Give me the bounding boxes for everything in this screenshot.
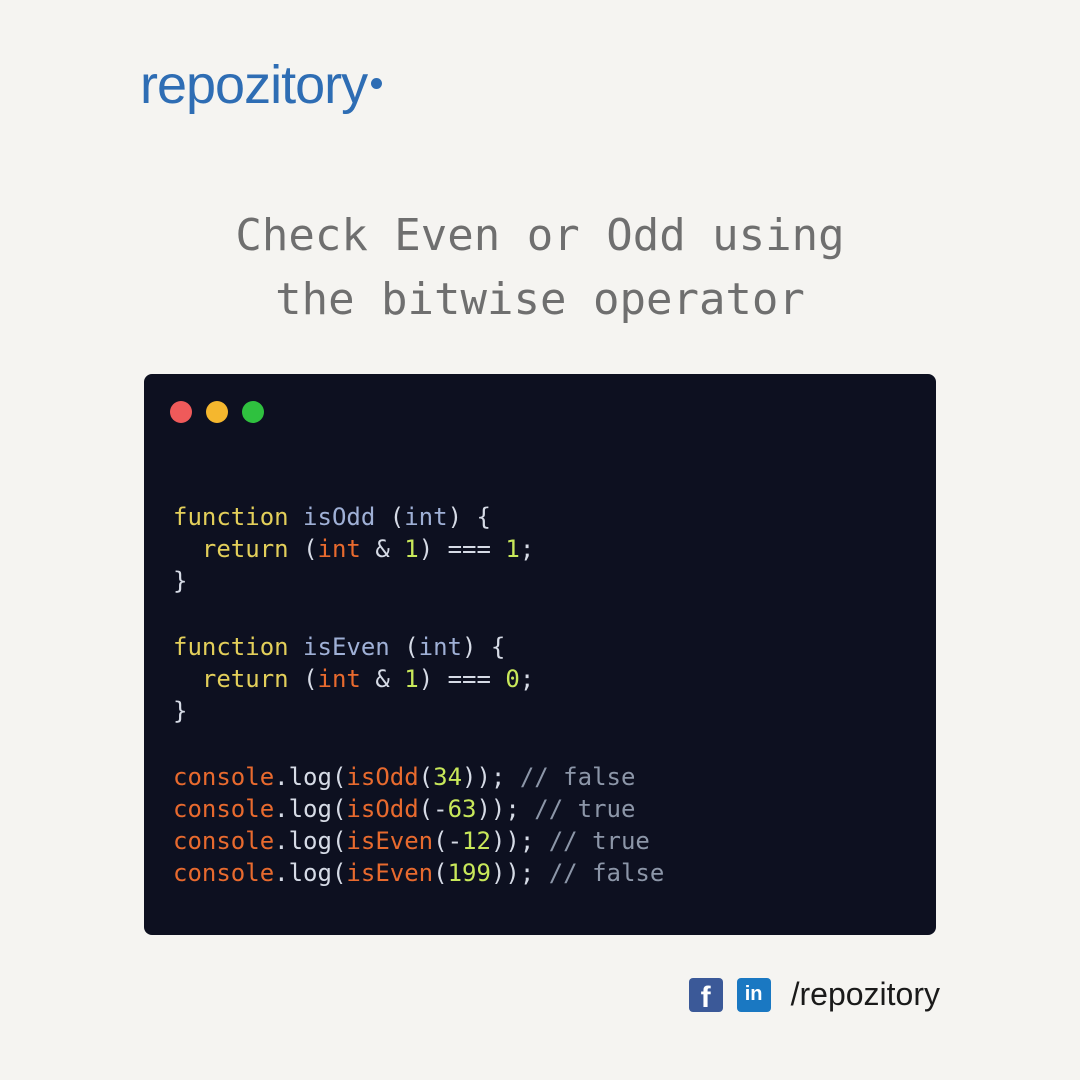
minimize-dot-icon[interactable] <box>206 401 228 423</box>
title-line-2: the bitwise operator <box>275 274 805 325</box>
function-call: isEven <box>346 859 434 887</box>
comment: // true <box>548 827 650 855</box>
param: int <box>317 665 361 693</box>
code-line: console.log(isEven(199)); // false <box>173 859 665 887</box>
param: int <box>317 535 361 563</box>
code-window: function isOdd (int) { return (int & 1) … <box>144 374 936 935</box>
comment: // false <box>548 859 665 887</box>
number: 1 <box>505 535 520 563</box>
facebook-icon[interactable]: f <box>688 977 723 1014</box>
keyword: return <box>201 535 289 563</box>
object: console <box>173 795 275 823</box>
param: int <box>404 503 448 531</box>
method: log <box>288 795 332 823</box>
object: console <box>173 859 275 887</box>
method: log <box>288 827 332 855</box>
window-controls <box>170 401 264 423</box>
logo-dot-icon <box>371 78 383 89</box>
maximize-dot-icon[interactable] <box>242 401 264 423</box>
code-line: return (int & 1) === 0; <box>201 665 535 693</box>
code-line: console.log(isEven(-12)); // true <box>173 827 650 855</box>
number: 34 <box>433 763 463 791</box>
code-line: return (int & 1) === 1; <box>201 535 535 563</box>
object: console <box>173 763 275 791</box>
social-footer: f in /repozitory <box>688 976 940 1014</box>
number: 199 <box>447 859 491 887</box>
page-title: Check Even or Odd using the bitwise oper… <box>0 204 1080 332</box>
keyword: function <box>173 503 289 531</box>
brand-logo: repozitory <box>140 55 383 115</box>
logo-text: repozitory <box>140 55 368 115</box>
keyword: function <box>173 633 289 661</box>
number: 1 <box>404 535 419 563</box>
object: console <box>173 827 275 855</box>
code-line: function isEven (int) { <box>173 633 506 661</box>
linkedin-icon[interactable]: in <box>736 977 771 1012</box>
function-call: isEven <box>346 827 434 855</box>
code-line: function isOdd (int) { <box>173 503 491 531</box>
method: log <box>288 763 332 791</box>
function-name: isEven <box>303 633 390 661</box>
social-handle[interactable]: /repozitory <box>791 976 940 1013</box>
code-block: function isOdd (int) { return (int & 1) … <box>173 501 664 889</box>
comment: // false <box>519 763 636 791</box>
title-line-1: Check Even or Odd using <box>235 210 845 261</box>
function-name: isOdd <box>303 503 376 531</box>
function-call: isOdd <box>346 795 419 823</box>
number: 63 <box>447 795 477 823</box>
param: int <box>418 633 463 661</box>
code-line: } <box>173 697 188 725</box>
keyword: return <box>201 665 289 693</box>
function-call: isOdd <box>346 763 419 791</box>
number: 12 <box>462 827 491 855</box>
code-line: } <box>173 567 188 595</box>
close-dot-icon[interactable] <box>170 401 192 423</box>
number: 1 <box>404 665 419 693</box>
code-line: console.log(isOdd(34)); // false <box>173 763 636 791</box>
number: 0 <box>505 665 520 693</box>
comment: // true <box>534 795 636 823</box>
method: log <box>288 859 332 887</box>
code-line: console.log(isOdd(-63)); // true <box>173 795 636 823</box>
